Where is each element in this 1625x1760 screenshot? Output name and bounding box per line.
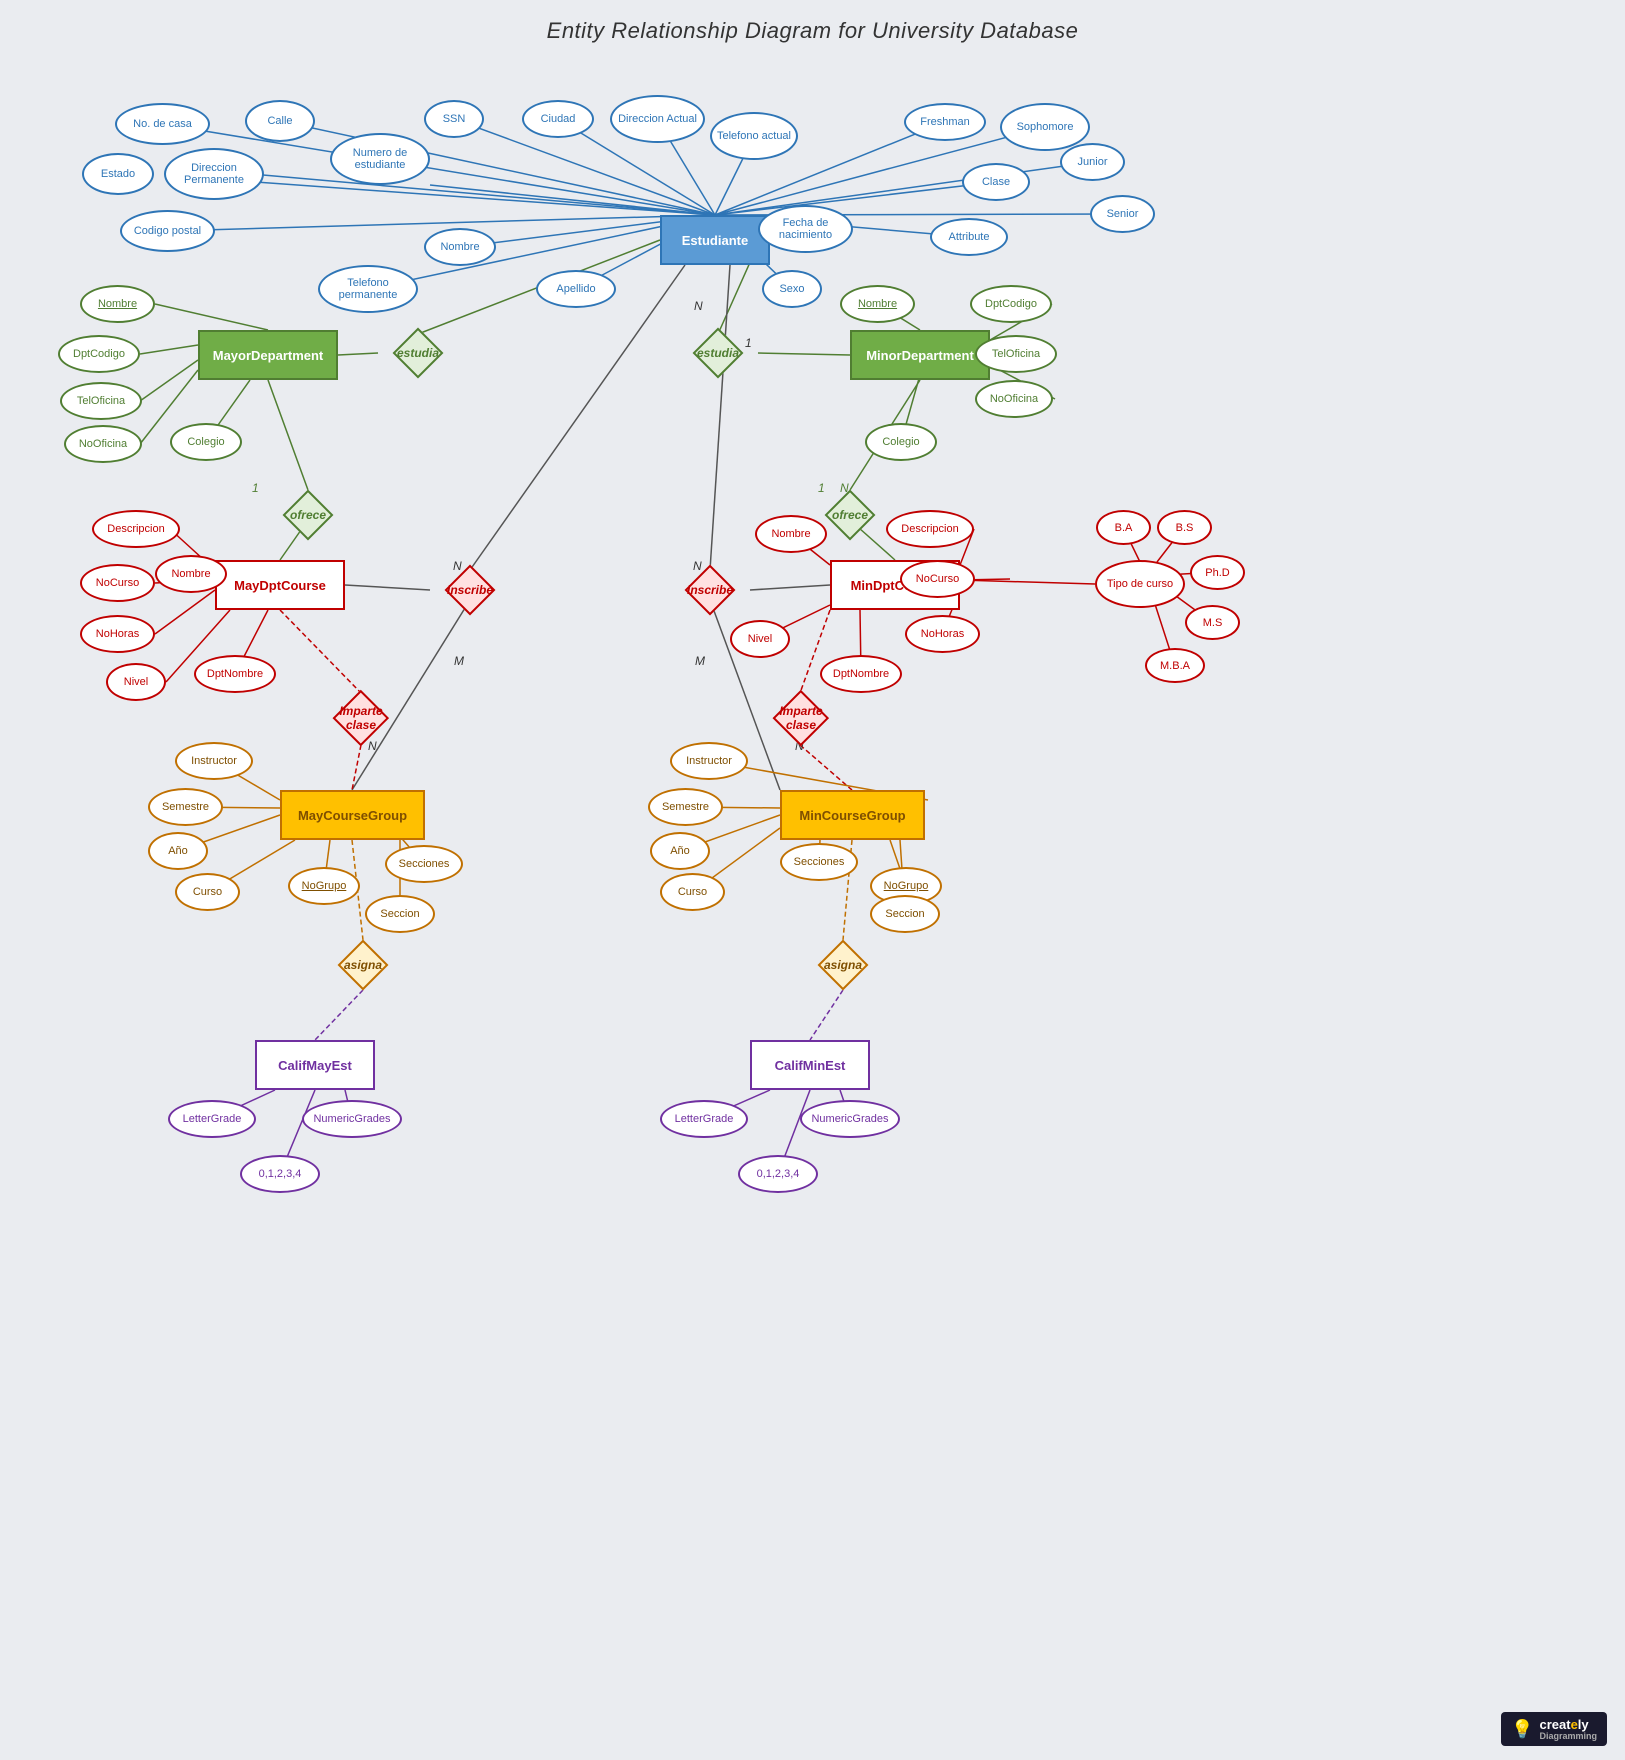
attr-nombre: Nombre — [424, 228, 496, 266]
attr-no.-de-casa: No. de casa — [115, 103, 210, 145]
attr-ciudad: Ciudad — [522, 100, 594, 138]
diamond-inscribe1: inscribe — [445, 565, 495, 615]
svg-text:N: N — [694, 299, 703, 313]
attr-sexo: Sexo — [762, 270, 822, 308]
svg-text:M: M — [454, 654, 464, 668]
attr-colegio: Colegio — [865, 423, 937, 461]
attr-nooficina: NoOficina — [64, 425, 142, 463]
attr-teloficina: TelOficina — [60, 382, 142, 420]
entity-minCourseGroup: MinCourseGroup — [780, 790, 925, 840]
svg-text:M: M — [695, 654, 705, 668]
attr-dptnombre: DptNombre — [194, 655, 276, 693]
attr-freshman: Freshman — [904, 103, 986, 141]
attr-tipo-m.s: M.S — [1185, 605, 1240, 640]
attr-0,1,2,3,4: 0,1,2,3,4 — [240, 1155, 320, 1193]
diamond-estudia1: estudia — [393, 328, 443, 378]
attr-numericgrades: NumericGrades — [302, 1100, 402, 1138]
attr-seccion: Seccion — [365, 895, 435, 933]
attr-descripcion: Descripcion — [92, 510, 180, 548]
diamond-imparteClase2: Imparte clase — [774, 690, 829, 745]
attr-clase: Clase — [962, 163, 1030, 201]
watermark: 💡 creately Diagramming — [1501, 1712, 1607, 1746]
attr-nogrupo: NoGrupo — [288, 867, 360, 905]
attr-semestre: Semestre — [148, 788, 223, 826]
attr-0,1,2,3,4: 0,1,2,3,4 — [738, 1155, 818, 1193]
attr-tipo-tipo-de-curso: Tipo de curso — [1095, 560, 1185, 608]
attr-fecha-de-nacimiento: Fecha de nacimiento — [758, 205, 853, 253]
attr-nombre: Nombre — [155, 555, 227, 593]
svg-text:1: 1 — [818, 481, 825, 495]
attr-semestre: Semestre — [648, 788, 723, 826]
attr-nohoras: NoHoras — [905, 615, 980, 653]
attr-attribute: Attribute — [930, 218, 1008, 256]
attr-telefono-permanente: Telefono permanente — [318, 265, 418, 313]
diamond-asigna2: asigna — [818, 940, 868, 990]
attr-senior: Senior — [1090, 195, 1155, 233]
attr-calle: Calle — [245, 100, 315, 142]
attr-direccion-permanente: Direccion Permanente — [164, 148, 264, 200]
entity-mayCourseGroup: MayCourseGroup — [280, 790, 425, 840]
attr-año: Año — [650, 832, 710, 870]
attr-numero-de-estudiante: Numero de estudiante — [330, 133, 430, 185]
attr-numericgrades: NumericGrades — [800, 1100, 900, 1138]
attr-dptcodigo: DptCodigo — [970, 285, 1052, 323]
attr-nivel: Nivel — [730, 620, 790, 658]
attr-nivel: Nivel — [106, 663, 166, 701]
entity-estudiante: Estudiante — [660, 215, 770, 265]
attr-estado: Estado — [82, 153, 154, 195]
attr-descripcion: Descripcion — [886, 510, 974, 548]
attr-nocurso: NoCurso — [80, 564, 155, 602]
diamond-asigna1: asigna — [338, 940, 388, 990]
attr-curso: Curso — [175, 873, 240, 911]
attr-dptnombre: DptNombre — [820, 655, 902, 693]
attr-instructor: Instructor — [670, 742, 748, 780]
diamond-ofrece1: ofrece — [283, 490, 333, 540]
attr-sophomore: Sophomore — [1000, 103, 1090, 151]
diagram-container: Entity Relationship Diagram for Universi… — [0, 0, 1625, 1760]
attr-telefono-actual: Telefono actual — [710, 112, 798, 160]
attr-nombre: Nombre — [755, 515, 827, 553]
attr-año: Año — [148, 832, 208, 870]
diagram-title: Entity Relationship Diagram for Universi… — [0, 0, 1625, 44]
attr-lettergrade: LetterGrade — [168, 1100, 256, 1138]
attr-lettergrade: LetterGrade — [660, 1100, 748, 1138]
attr-curso: Curso — [660, 873, 725, 911]
diamond-ofrece2: ofrece — [825, 490, 875, 540]
attr-nocurso: NoCurso — [900, 560, 975, 598]
entity-minorDept: MinorDepartment — [850, 330, 990, 380]
entity-califMayEst: CalifMayEst — [255, 1040, 375, 1090]
attr-ssn: SSN — [424, 100, 484, 138]
attr-tipo-m.b.a: M.B.A — [1145, 648, 1205, 683]
attr-nombre: Nombre — [840, 285, 915, 323]
attr-dptcodigo: DptCodigo — [58, 335, 140, 373]
attr-seccion: Seccion — [870, 895, 940, 933]
attr-secciones: Secciones — [385, 845, 463, 883]
attr-direccion-actual: Direccion Actual — [610, 95, 705, 143]
diamond-estudia2: estudia — [693, 328, 743, 378]
attr-instructor: Instructor — [175, 742, 253, 780]
attr-nombre: Nombre — [80, 285, 155, 323]
attr-teloficina: TelOficina — [975, 335, 1057, 373]
diamond-imparteClase1: Imparte clase — [334, 690, 389, 745]
attr-colegio: Colegio — [170, 423, 242, 461]
entity-mayDptCourse: MayDptCourse — [215, 560, 345, 610]
attr-apellido: Apellido — [536, 270, 616, 308]
diamond-inscribe2: inscribe — [685, 565, 735, 615]
entity-mayorDept: MayorDepartment — [198, 330, 338, 380]
attr-tipo-ph.d: Ph.D — [1190, 555, 1245, 590]
attr-tipo-b.a: B.A — [1096, 510, 1151, 545]
attr-nohoras: NoHoras — [80, 615, 155, 653]
entity-califMinEst: CalifMinEst — [750, 1040, 870, 1090]
svg-text:1: 1 — [252, 481, 259, 495]
attr-junior: Junior — [1060, 143, 1125, 181]
attr-codigo-postal: Codigo postal — [120, 210, 215, 252]
attr-secciones: Secciones — [780, 843, 858, 881]
attr-nooficina: NoOficina — [975, 380, 1053, 418]
attr-tipo-b.s: B.S — [1157, 510, 1212, 545]
